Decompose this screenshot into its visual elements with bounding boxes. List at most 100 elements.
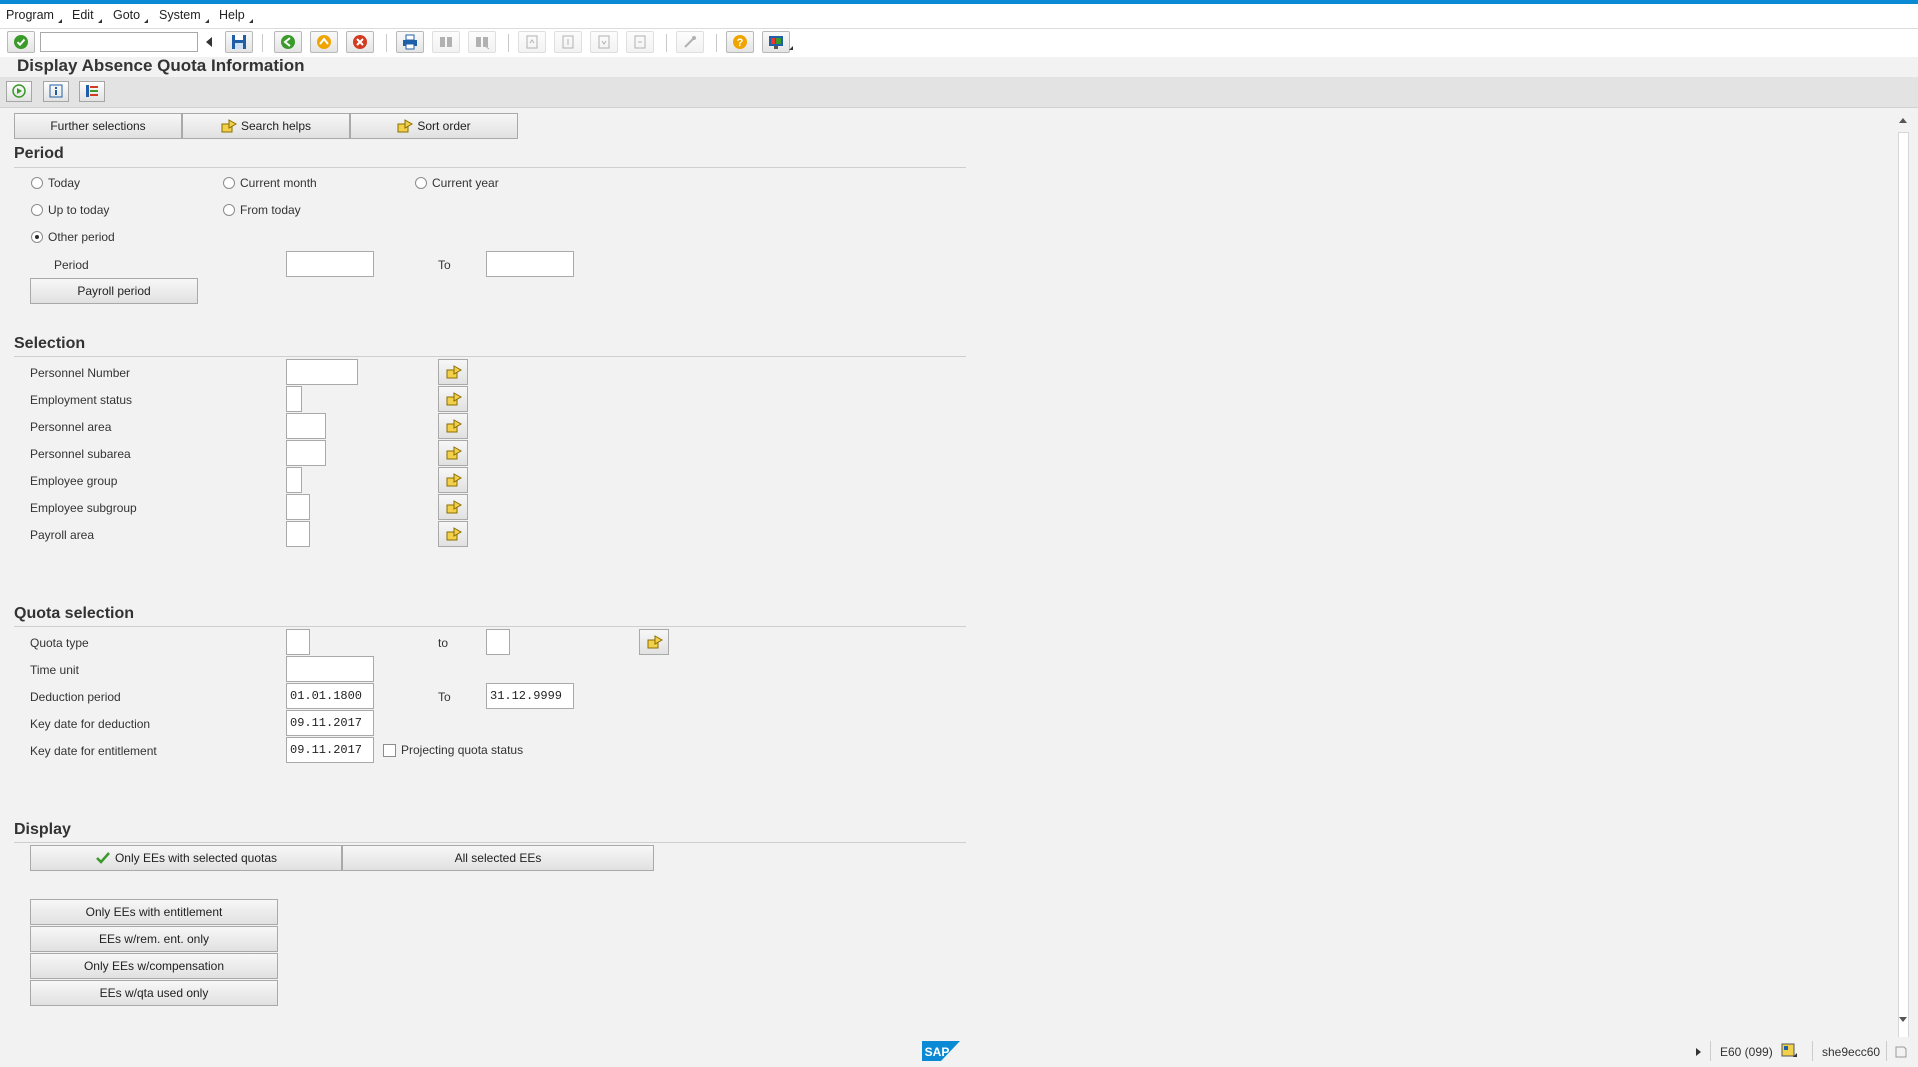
print-button[interactable] xyxy=(396,31,424,53)
only-selected-quotas-button[interactable]: Only EEs with selected quotas xyxy=(30,845,342,871)
find-button[interactable] xyxy=(432,31,460,53)
page-title: Display Absence Quota Information xyxy=(17,56,305,75)
multiple-selection-icon xyxy=(446,527,462,541)
customize-layout-button[interactable] xyxy=(762,31,790,53)
cancel-button[interactable] xyxy=(346,31,374,53)
only-entitlement-button[interactable]: Only EEs with entitlement xyxy=(30,899,278,925)
radio-current-month[interactable] xyxy=(223,177,235,189)
system-info-icon[interactable] xyxy=(1781,1043,1797,1059)
enter-button[interactable] xyxy=(7,31,35,53)
employment-status-field[interactable] xyxy=(286,386,302,412)
selection-options-button[interactable] xyxy=(79,81,105,102)
exit-icon xyxy=(317,35,331,49)
application-toolbar xyxy=(0,77,1918,108)
key-date-entitlement-field[interactable]: 09.11.2017 xyxy=(286,737,374,763)
info-button[interactable] xyxy=(43,81,69,102)
execute-button[interactable] xyxy=(6,81,32,102)
command-field[interactable] xyxy=(40,32,198,52)
scroll-down-icon[interactable] xyxy=(1899,1017,1907,1022)
next-page-button[interactable] xyxy=(590,31,618,53)
command-history-icon[interactable] xyxy=(206,37,212,47)
layout-dropdown-icon xyxy=(789,46,793,50)
radio-current-year[interactable] xyxy=(415,177,427,189)
menu-program[interactable]: Program xyxy=(6,8,62,23)
previous-page-button[interactable] xyxy=(554,31,582,53)
all-selected-ees-button[interactable]: All selected EEs xyxy=(342,845,654,871)
find-next-button[interactable] xyxy=(468,31,496,53)
menu-edit[interactable]: Edit xyxy=(72,8,102,23)
quota-multiple-selection-button[interactable] xyxy=(639,629,669,655)
qta-used-only-button[interactable]: EEs w/qta used only xyxy=(30,980,278,1006)
create-session-button[interactable] xyxy=(676,31,704,53)
radio-today[interactable] xyxy=(31,177,43,189)
radio-up-to-today[interactable] xyxy=(31,204,43,216)
scrollbar-thumb[interactable] xyxy=(1898,132,1909,1054)
only-compensation-button[interactable]: Only EEs w/compensation xyxy=(30,953,278,979)
deduction-from-field[interactable]: 01.01.1800 xyxy=(286,683,374,709)
multiple-selection-icon xyxy=(446,419,462,433)
sap-logo-text: SAP xyxy=(925,1045,950,1059)
key-date-deduction-field[interactable]: 09.11.2017 xyxy=(286,710,374,736)
search-helps-button[interactable]: Search helps xyxy=(182,113,350,139)
back-icon xyxy=(281,35,295,49)
section-divider xyxy=(14,356,966,357)
personnel-area-field[interactable] xyxy=(286,413,326,439)
payroll-area-field[interactable] xyxy=(286,521,310,547)
employee-subgroup-field[interactable] xyxy=(286,494,310,520)
save-button[interactable] xyxy=(225,31,253,53)
selection-options-icon xyxy=(86,85,98,97)
employee-group-field[interactable] xyxy=(286,467,302,493)
radio-from-today[interactable] xyxy=(223,204,235,216)
multiple-selection-button[interactable] xyxy=(438,467,468,493)
quota-type-to-field[interactable] xyxy=(486,629,510,655)
quota-type-from-field[interactable] xyxy=(286,629,310,655)
sort-order-button[interactable]: Sort order xyxy=(350,113,518,139)
period-from-field[interactable] xyxy=(286,251,374,277)
projecting-quota-label: Projecting quota status xyxy=(401,743,524,757)
menu-system[interactable]: System xyxy=(159,8,209,23)
further-selections-button[interactable]: Further selections xyxy=(14,113,182,139)
help-button[interactable]: ? xyxy=(726,31,754,53)
back-button[interactable] xyxy=(274,31,302,53)
deduction-period-label: Deduction period xyxy=(30,690,121,704)
sort-order-label: Sort order xyxy=(417,119,471,133)
notification-icon[interactable] xyxy=(1894,1045,1908,1059)
menu-goto[interactable]: Goto xyxy=(113,8,149,23)
period-to-field[interactable] xyxy=(486,251,574,277)
menu-label: Goto xyxy=(113,8,141,22)
radio-current-month-label: Current month xyxy=(240,176,317,190)
radio-current-year-label: Current year xyxy=(432,176,499,190)
radio-other-period[interactable] xyxy=(31,231,43,243)
next-page-icon xyxy=(598,35,610,49)
personnel-number-field[interactable] xyxy=(286,359,358,385)
status-bar: SAP E60 (099) she9ecc60 xyxy=(0,1037,1918,1067)
multiple-selection-icon xyxy=(397,119,414,133)
multiple-selection-button[interactable] xyxy=(438,521,468,547)
radio-from-today-label: From today xyxy=(240,203,301,217)
personnel-subarea-field[interactable] xyxy=(286,440,326,466)
exit-button[interactable] xyxy=(310,31,338,53)
status-expand-icon[interactable] xyxy=(1696,1048,1701,1056)
time-unit-field[interactable] xyxy=(286,656,374,682)
multiple-selection-button[interactable] xyxy=(438,386,468,412)
personnel-subarea-label: Personnel subarea xyxy=(30,447,131,461)
projecting-quota-checkbox[interactable] xyxy=(383,744,396,757)
payroll-period-button[interactable]: Payroll period xyxy=(30,278,198,304)
deduction-to-field[interactable]: 31.12.9999 xyxy=(486,683,574,709)
last-page-button[interactable] xyxy=(626,31,654,53)
menu-help[interactable]: Help xyxy=(219,8,253,23)
multiple-selection-button[interactable] xyxy=(438,413,468,439)
find-next-icon xyxy=(476,37,490,50)
first-page-button[interactable] xyxy=(518,31,546,53)
rem-ent-only-button[interactable]: EEs w/rem. ent. only xyxy=(30,926,278,952)
only-entitlement-label: Only EEs with entitlement xyxy=(85,905,223,919)
multiple-selection-button[interactable] xyxy=(438,494,468,520)
multiple-selection-button[interactable] xyxy=(438,359,468,385)
vertical-scrollbar[interactable] xyxy=(1895,110,1911,1054)
status-divider xyxy=(1886,1041,1887,1061)
display-section-title: Display xyxy=(14,821,71,838)
period-label: Period xyxy=(54,258,89,272)
cancel-icon xyxy=(353,35,367,49)
scroll-up-icon[interactable] xyxy=(1899,118,1907,123)
multiple-selection-button[interactable] xyxy=(438,440,468,466)
